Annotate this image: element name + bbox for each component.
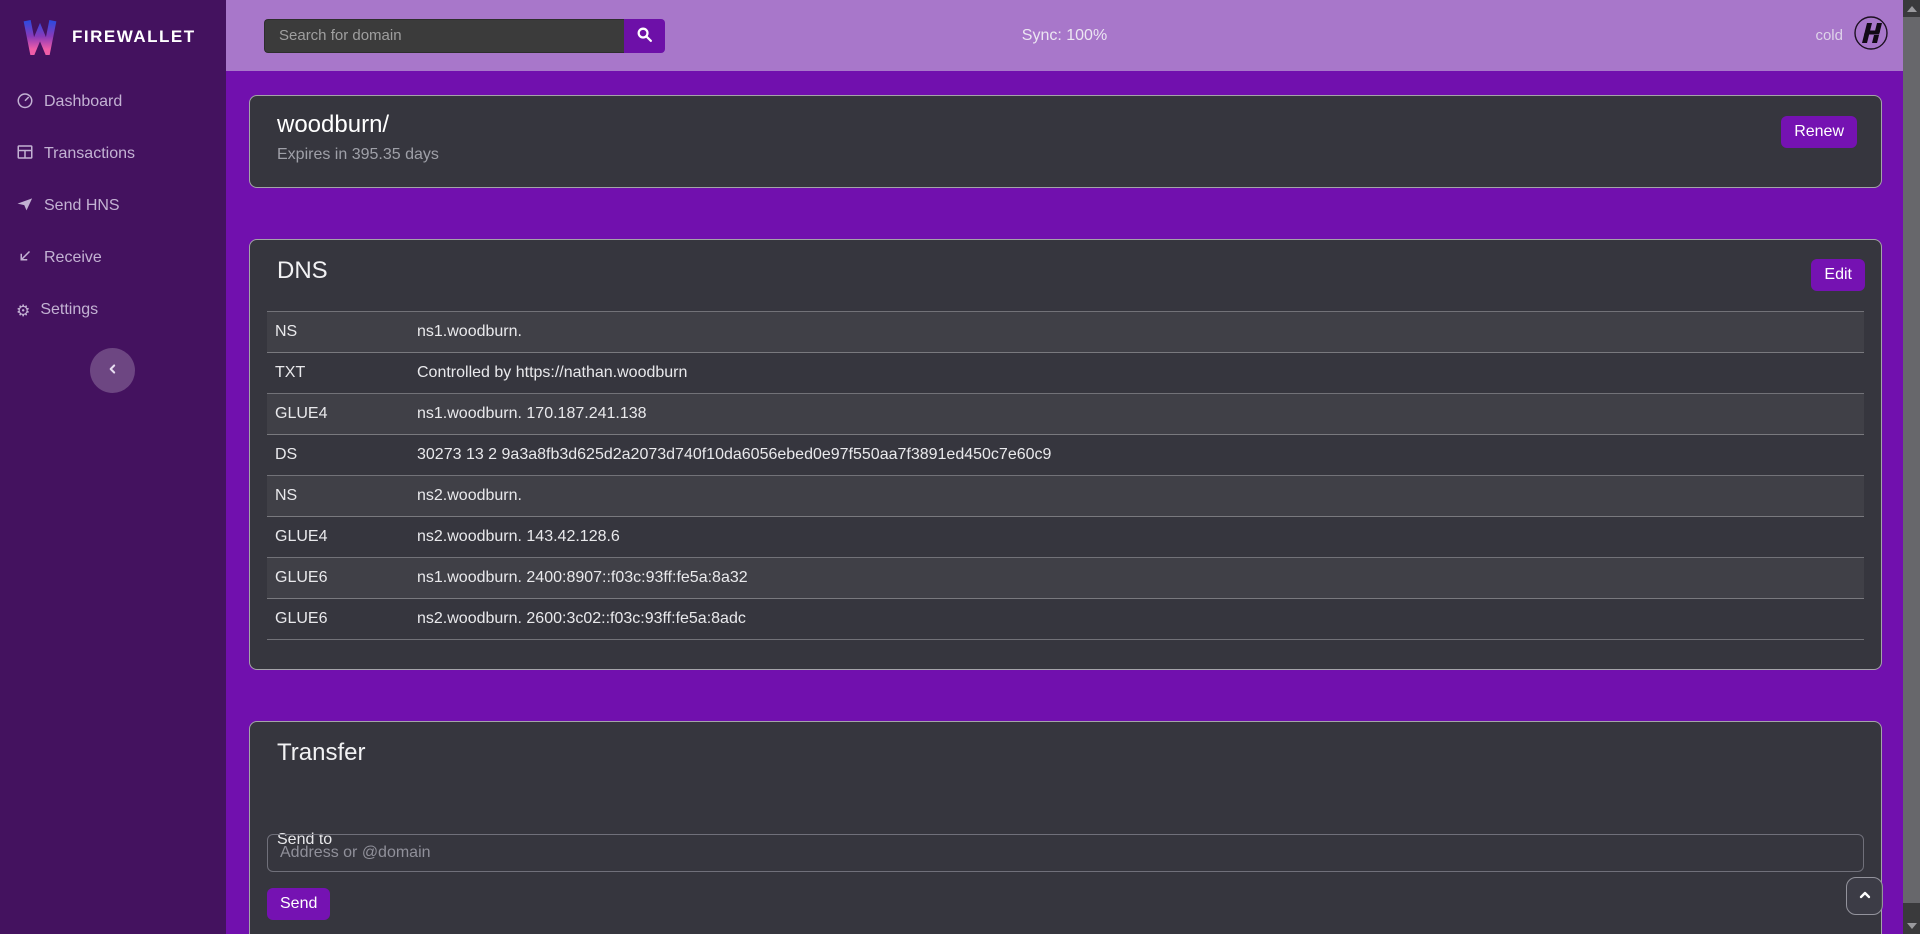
- dns-record-value: ns1.woodburn. 2400:8907::f03c:93ff:fe5a:…: [409, 558, 1864, 599]
- sidebar-item-dashboard[interactable]: Dashboard: [0, 76, 226, 128]
- search-input[interactable]: [264, 19, 624, 53]
- dns-record-type: NS: [267, 476, 409, 517]
- edit-dns-button[interactable]: Edit: [1811, 259, 1865, 291]
- dns-record-value: ns2.woodburn. 2600:3c02::f03c:93ff:fe5a:…: [409, 599, 1864, 640]
- transfer-title: Transfer: [250, 722, 1881, 767]
- domain-search: [264, 19, 665, 53]
- sidebar-collapse-button[interactable]: [90, 348, 135, 393]
- brand-title: FIREWALLET: [72, 27, 196, 47]
- send-button[interactable]: Send: [267, 888, 330, 920]
- firewallet-logo-icon: [20, 15, 60, 60]
- domain-title: woodburn/: [250, 96, 1881, 139]
- dns-record-row: GLUE4 ns2.woodburn. 143.42.128.6: [267, 517, 1864, 558]
- dns-records-table: NS ns1.woodburn. TXT Controlled by https…: [267, 311, 1864, 640]
- topbar: Sync: 100% cold: [226, 0, 1903, 71]
- dns-record-row: NS ns2.woodburn.: [267, 476, 1864, 517]
- dns-record-type: TXT: [267, 353, 409, 394]
- scrollbar-up-arrow-icon[interactable]: [1903, 0, 1920, 17]
- dns-record-type: GLUE6: [267, 558, 409, 599]
- dns-record-type: GLUE4: [267, 517, 409, 558]
- dns-record-value: ns2.woodburn.: [409, 476, 1864, 517]
- gear-icon: ⚙: [16, 301, 30, 320]
- dns-record-value: 30273 13 2 9a3a8fb3d625d2a2073d740f10da6…: [409, 435, 1864, 476]
- wallet-name: cold: [1815, 27, 1843, 44]
- domain-card: woodburn/ Expires in 395.35 days Renew: [249, 95, 1882, 188]
- transfer-address-input[interactable]: [267, 834, 1864, 872]
- arrow-down-left-icon: [16, 247, 34, 270]
- dns-record-value: Controlled by https://nathan.woodburn: [409, 353, 1864, 394]
- table-icon: [16, 143, 34, 166]
- dns-record-row: GLUE4 ns1.woodburn. 170.187.241.138: [267, 394, 1864, 435]
- dns-record-type: GLUE6: [267, 599, 409, 640]
- chevron-left-icon: [106, 362, 120, 379]
- sidebar-item-receive[interactable]: Receive: [0, 232, 226, 284]
- sidebar-item-settings[interactable]: ⚙ Settings: [0, 284, 226, 336]
- dns-record-type: DS: [267, 435, 409, 476]
- dns-record-value: ns1.woodburn. 170.187.241.138: [409, 394, 1864, 435]
- sidebar-item-transactions[interactable]: Transactions: [0, 128, 226, 180]
- paper-plane-icon: [16, 195, 34, 218]
- sidebar-item-send-hns[interactable]: Send HNS: [0, 180, 226, 232]
- sidebar-nav: Dashboard Transactions Send HNS: [0, 76, 226, 336]
- dns-record-row: TXT Controlled by https://nathan.woodbur…: [267, 353, 1864, 394]
- scrollbar[interactable]: [1903, 0, 1920, 934]
- sidebar-item-label: Receive: [44, 249, 102, 267]
- dns-record-type: GLUE4: [267, 394, 409, 435]
- search-icon: [636, 26, 653, 46]
- dns-record-type: NS: [267, 312, 409, 353]
- dns-record-row: NS ns1.woodburn.: [267, 312, 1864, 353]
- wallet-zone: cold: [1815, 15, 1889, 56]
- sidebar-item-label: Settings: [40, 301, 98, 319]
- transfer-card: Transfer Send to Send: [249, 721, 1882, 934]
- dns-record-row: GLUE6 ns2.woodburn. 2600:3c02::f03c:93ff…: [267, 599, 1864, 640]
- dns-record-value: ns1.woodburn.: [409, 312, 1864, 353]
- scrollbar-down-arrow-icon[interactable]: [1903, 917, 1920, 934]
- dns-title: DNS: [250, 240, 1881, 285]
- dns-card: DNS Edit NS ns1.woodburn. TXT Controlled…: [249, 239, 1882, 670]
- dns-record-row: DS 30273 13 2 9a3a8fb3d625d2a2073d740f10…: [267, 435, 1864, 476]
- chevron-up-icon: [1857, 887, 1873, 906]
- dns-record-row: GLUE6 ns1.woodburn. 2400:8907::f03c:93ff…: [267, 558, 1864, 599]
- gauge-icon: [16, 91, 34, 114]
- handshake-wallet-icon[interactable]: [1853, 15, 1889, 56]
- scrollbar-thumb[interactable]: [1903, 17, 1920, 903]
- dns-record-value: ns2.woodburn. 143.42.128.6: [409, 517, 1864, 558]
- search-button[interactable]: [624, 19, 665, 53]
- domain-expiry: Expires in 395.35 days: [250, 139, 1881, 164]
- sidebar-item-label: Dashboard: [44, 93, 122, 111]
- main-content: woodburn/ Expires in 395.35 days Renew D…: [226, 71, 1903, 934]
- sidebar-item-label: Send HNS: [44, 197, 120, 215]
- scroll-to-top-button[interactable]: [1846, 877, 1883, 915]
- sidebar: FIREWALLET Dashboard Transactions: [0, 0, 226, 934]
- brand[interactable]: FIREWALLET: [0, 0, 226, 62]
- renew-button[interactable]: Renew: [1781, 116, 1857, 148]
- sidebar-item-label: Transactions: [44, 145, 135, 163]
